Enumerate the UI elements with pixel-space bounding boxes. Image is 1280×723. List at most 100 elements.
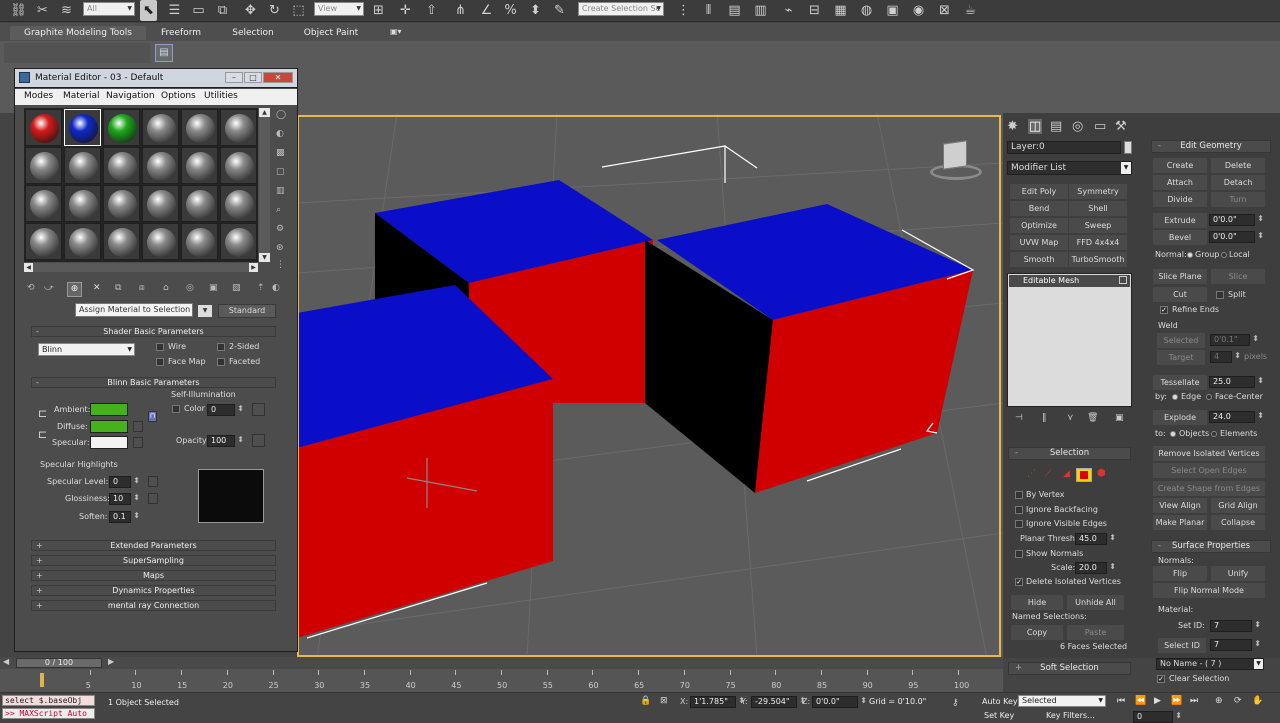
menu-options[interactable]: Options — [161, 91, 196, 101]
z-coordinate-field[interactable]: 0'0.0" — [812, 696, 867, 708]
lock-ambient-diffuse-icon[interactable]: ⊏ — [38, 407, 47, 420]
soften-spinner[interactable]: 0.1 — [109, 511, 140, 523]
face-center-radio[interactable] — [1206, 394, 1212, 400]
polygon-mode-icon[interactable] — [1076, 468, 1092, 482]
material-slot[interactable] — [181, 185, 218, 222]
supersampling-header[interactable]: + SuperSampling — [31, 555, 276, 566]
bend-button[interactable]: Bend — [1010, 201, 1068, 216]
extended-params-header[interactable]: + Extended Parameters — [31, 540, 276, 551]
material-slot[interactable] — [142, 109, 179, 146]
specular-level-map-button[interactable] — [148, 476, 158, 487]
menu-material[interactable]: Material — [63, 91, 100, 101]
two-sided-checkbox[interactable] — [217, 343, 225, 351]
teapot-icon[interactable]: ☕ — [962, 2, 979, 19]
turbosmooth-button[interactable]: TurboSmooth — [1069, 252, 1127, 267]
unify-button[interactable]: Unify — [1211, 566, 1265, 581]
slice-plane-button[interactable]: Slice Plane — [1153, 269, 1207, 284]
refine-ends-checkbox[interactable]: ✓ — [1160, 306, 1168, 314]
percent-snap-icon[interactable]: % — [502, 2, 519, 19]
bind-space-warp-icon[interactable]: ≋ — [58, 2, 75, 19]
material-navigator-icon[interactable]: ⋮ — [276, 260, 285, 270]
scroll-right-icon[interactable]: ▶ — [249, 263, 258, 272]
make-unique-material-icon[interactable]: ⧈ — [139, 283, 145, 293]
next-frame-icon[interactable]: ⏩ — [1171, 696, 1182, 706]
view-align-button[interactable]: View Align — [1153, 498, 1207, 513]
material-slot[interactable] — [142, 185, 179, 222]
slider-left-icon[interactable]: ◀ — [3, 657, 9, 666]
menu-navigation[interactable]: Navigation — [106, 91, 155, 101]
material-slot[interactable] — [103, 223, 140, 260]
previous-frame-icon[interactable]: ⏪ — [1135, 696, 1146, 706]
weld-target-spinner[interactable]: 4 — [1210, 351, 1241, 363]
scroll-left-icon[interactable]: ◀ — [24, 263, 33, 272]
ffd-button[interactable]: FFD 4x4x4 — [1069, 235, 1127, 250]
delete-button[interactable]: Delete — [1211, 158, 1265, 173]
self-illum-color-checkbox[interactable] — [172, 405, 180, 413]
unhide-all-button[interactable]: Unhide All — [1067, 595, 1124, 610]
render-frame-icon[interactable]: ▣ — [884, 2, 901, 19]
wire-checkbox[interactable] — [156, 343, 164, 351]
show-normals-checkbox[interactable] — [1015, 550, 1023, 558]
edge-mode-icon[interactable]: ⟋ — [1045, 469, 1051, 479]
sweep-button[interactable]: Sweep — [1069, 218, 1127, 233]
motion-tab-icon[interactable]: ◎ — [1072, 119, 1083, 134]
play-icon[interactable]: ▶ — [1154, 696, 1161, 706]
select-by-name-icon[interactable]: ☰ — [166, 2, 183, 19]
put-to-library-icon[interactable]: ⌂ — [163, 283, 169, 293]
ribbon-options-icon[interactable]: ▣▾ — [390, 27, 402, 36]
maxscript-listener[interactable]: select $.baseObj — [2, 695, 95, 706]
auto-key-button[interactable]: Auto Key — [982, 697, 1018, 706]
material-slot[interactable] — [220, 109, 257, 146]
remove-isolated-button[interactable]: Remove Isolated Vertices — [1153, 446, 1265, 461]
scale-spinner[interactable]: 20.0 — [1075, 562, 1116, 574]
reset-map-icon[interactable]: ✕ — [93, 283, 101, 293]
explode-button[interactable]: Explode — [1153, 410, 1207, 425]
set-key-button[interactable]: Set Key — [984, 711, 1014, 720]
go-to-parent-icon[interactable]: ⇡ — [257, 283, 265, 293]
clear-selection-checkbox[interactable]: ✓ — [1157, 675, 1165, 683]
window-crossing-icon[interactable]: ⧉ — [214, 2, 231, 19]
material-slot[interactable] — [64, 109, 101, 146]
slots-vertical-scrollbar[interactable]: ▲ ▼ — [259, 108, 270, 262]
delete-isolated-checkbox[interactable]: ✓ — [1015, 578, 1023, 586]
assign-material-icon[interactable]: ⊕ — [67, 282, 82, 297]
material-slot[interactable] — [64, 185, 101, 222]
face-map-checkbox[interactable] — [156, 358, 164, 366]
copy-button[interactable]: Copy — [1011, 625, 1063, 640]
selection-filter-dropdown[interactable]: All — [83, 2, 135, 16]
dynamics-properties-header[interactable]: + Dynamics Properties — [31, 585, 276, 596]
mental-ray-connection-header[interactable]: + mental ray Connection — [31, 600, 276, 611]
material-id-icon[interactable]: ◎ — [186, 283, 194, 293]
vertex-mode-icon[interactable]: ⋰ — [1027, 469, 1036, 479]
modifier-list-dropdown[interactable]: Modifier List ▼ — [1007, 161, 1132, 175]
material-slot[interactable] — [181, 147, 218, 184]
divide-button[interactable]: Divide — [1153, 192, 1207, 207]
mirror-icon[interactable]: ⋮ — [675, 2, 692, 19]
flip-button[interactable]: Flip — [1153, 566, 1207, 581]
angle-snap-icon[interactable]: ∠ — [478, 2, 495, 19]
select-id-button[interactable]: Select ID — [1158, 638, 1206, 653]
modify-tab-icon[interactable]: ◫ — [1028, 119, 1043, 134]
stack-item-editable-mesh[interactable]: Editable Mesh — [1009, 275, 1130, 287]
go-to-end-icon[interactable]: ⏭ — [1190, 696, 1198, 706]
opacity-map-button[interactable] — [252, 434, 265, 447]
weld-target-button[interactable]: Target — [1157, 350, 1205, 365]
shell-button[interactable]: Shell — [1069, 201, 1127, 216]
move-icon[interactable]: ✥ — [242, 2, 259, 19]
tessellate-spinner[interactable]: 25.0 — [1209, 376, 1264, 388]
face-mode-icon[interactable]: ◢ — [1063, 469, 1070, 479]
paste-button[interactable]: Paste — [1067, 625, 1124, 640]
make-preview-icon[interactable]: ⌕ — [276, 205, 281, 215]
self-illum-spinner[interactable]: 0 — [207, 404, 244, 416]
pin-stack-icon[interactable]: ⊣ — [1015, 413, 1023, 423]
ignore-backfacing-checkbox[interactable] — [1015, 506, 1023, 514]
element-mode-icon[interactable]: ⬢ — [1097, 468, 1106, 479]
material-slot[interactable] — [142, 223, 179, 260]
material-slot[interactable] — [181, 109, 218, 146]
menu-modes[interactable]: Modes — [24, 91, 53, 101]
attach-button[interactable]: Attach — [1153, 175, 1207, 190]
close-button[interactable]: ✕ — [263, 72, 293, 83]
cut-button[interactable]: Cut — [1153, 287, 1207, 302]
diffuse-map-button[interactable] — [133, 421, 143, 432]
modifier-stack[interactable]: Editable Mesh — [1007, 273, 1132, 407]
